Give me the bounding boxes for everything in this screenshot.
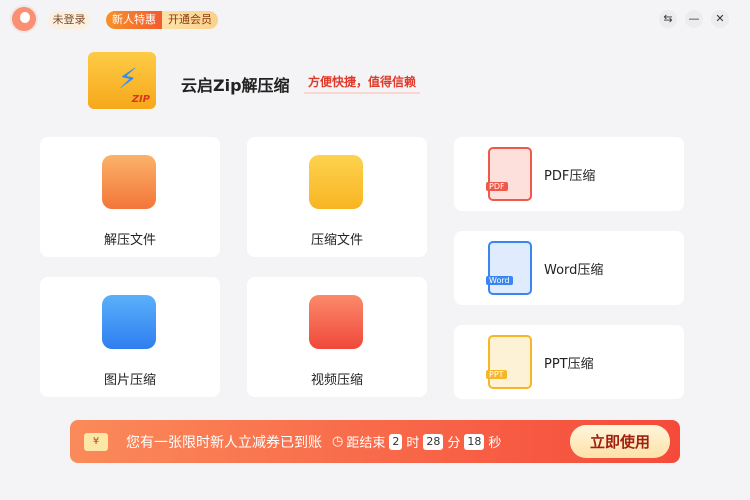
ppt-tag: PPT [486,370,507,379]
word-icon: Word [486,241,532,295]
open-vip-button[interactable]: 开通会员 [162,11,218,29]
ppt-compress-card[interactable]: PPT PPT压缩 [454,325,684,399]
clock-icon: ◷ [332,434,344,449]
slogan: 方便快捷，值得信赖 [304,73,421,94]
minutes: 28 [423,433,444,450]
compress-files-card[interactable]: 压缩文件 [247,137,427,257]
logo-text: ZIP [131,94,150,105]
bolt-icon: ⚡ [118,62,138,95]
card-label: PDF压缩 [544,169,596,184]
extract-icon [102,155,156,209]
coupon-banner: ¥ 您有一张限时新人立减券已到账 ◷ 距结束 2 时 28 分 18 秒 立即使… [70,420,680,463]
card-label: PPT压缩 [544,357,594,372]
new-user-offer[interactable]: 新人特惠 [106,11,162,29]
hours-unit: 时 [406,436,420,451]
app-logo: ⚡ ZIP [88,52,156,109]
avatar[interactable] [10,5,38,33]
settings-icon[interactable]: ⇆ [659,10,677,28]
countdown-label: 距结束 [346,436,386,451]
seconds: 18 [464,433,485,450]
pdf-compress-card[interactable]: PDF PDF压缩 [454,137,684,211]
word-compress-card[interactable]: Word Word压缩 [454,231,684,305]
video-icon [309,295,363,349]
card-label: 视频压缩 [310,373,363,388]
image-compress-card[interactable]: 图片压缩 [40,277,220,397]
card-label: 解压文件 [103,233,156,248]
zip-folder-icon [309,155,363,209]
coupon-message: 您有一张限时新人立减券已到账 [126,434,322,451]
card-label: 图片压缩 [103,373,156,388]
image-icon [102,295,156,349]
login-button[interactable]: 未登录 [48,11,90,29]
pdf-icon: PDF [486,147,532,201]
minimize-button[interactable]: — [685,10,703,28]
video-compress-card[interactable]: 视频压缩 [247,277,427,397]
close-button[interactable]: ✕ [711,10,729,28]
app-title: 云启Zip解压缩 [181,76,290,95]
card-label: 压缩文件 [310,233,363,248]
ppt-icon: PPT [486,335,532,389]
word-tag: Word [486,276,513,285]
extract-files-card[interactable]: 解压文件 [40,137,220,257]
promo-badge[interactable]: 新人特惠 开通会员 [106,11,218,29]
minutes-unit: 分 [447,436,461,451]
coupon-icon: ¥ [84,432,108,451]
card-label: Word压缩 [544,263,604,278]
use-now-button[interactable]: 立即使用 [569,425,670,458]
hours: 2 [389,433,403,450]
pdf-tag: PDF [486,182,508,191]
seconds-unit: 秒 [488,436,502,451]
